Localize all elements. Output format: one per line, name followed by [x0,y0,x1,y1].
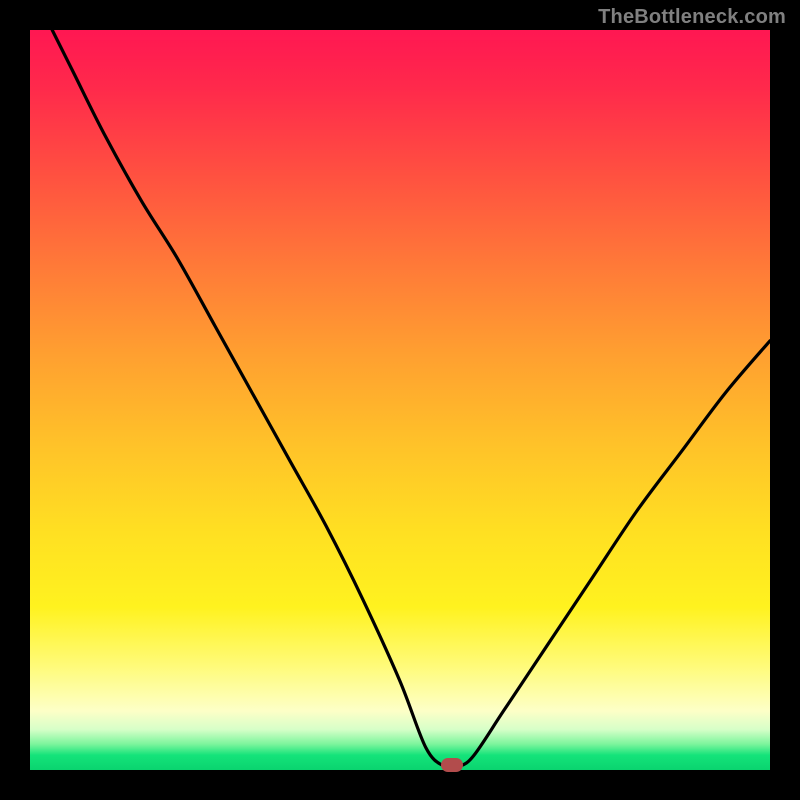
watermark-label: TheBottleneck.com [598,6,786,29]
chart-canvas: TheBottleneck.com [0,0,800,800]
curve-path [52,30,770,768]
minimum-marker [441,758,463,772]
plot-area [30,30,770,770]
curve-layer [30,30,770,770]
